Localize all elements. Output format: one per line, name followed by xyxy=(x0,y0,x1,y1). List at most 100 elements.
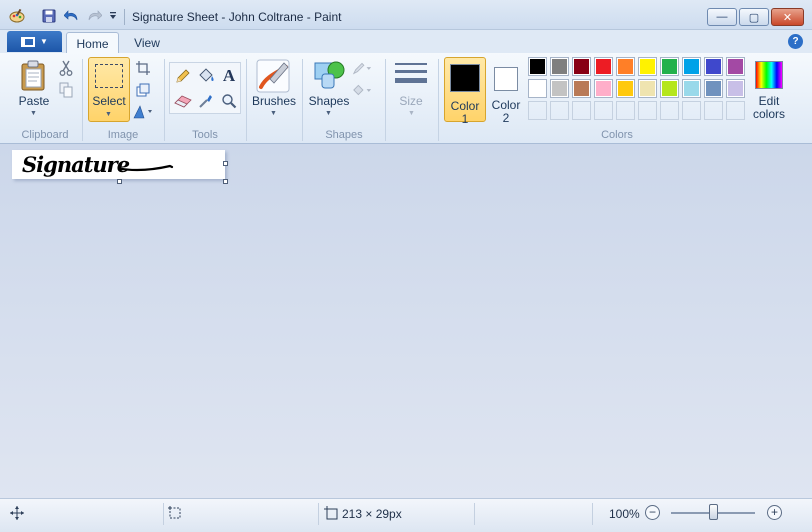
paint-menu-button[interactable]: ▼ xyxy=(7,31,62,52)
palette-swatch[interactable] xyxy=(704,57,723,76)
status-separator xyxy=(474,503,475,525)
palette-custom-slot[interactable] xyxy=(726,101,745,120)
paste-button[interactable]: Paste xyxy=(14,95,54,108)
zoom-level-text: 100% xyxy=(609,507,640,521)
paint-app-icon[interactable] xyxy=(8,8,26,24)
shapes-icon[interactable] xyxy=(312,58,346,92)
palette-swatch[interactable] xyxy=(682,79,701,98)
palette-swatch[interactable] xyxy=(550,79,569,98)
select-button[interactable]: Select ▼ xyxy=(88,57,130,122)
cut-icon[interactable] xyxy=(56,58,76,78)
select-label: Select xyxy=(92,94,126,108)
palette-swatch[interactable] xyxy=(660,79,679,98)
palette-swatch[interactable] xyxy=(660,57,679,76)
palette-swatch-color xyxy=(706,59,721,74)
palette-custom-slot[interactable] xyxy=(550,101,569,120)
palette-swatch[interactable] xyxy=(704,79,723,98)
tab-view[interactable]: View xyxy=(123,32,171,53)
maximize-button[interactable]: ▢ xyxy=(739,8,769,26)
copy-icon[interactable] xyxy=(56,80,76,100)
rotate-icon[interactable] xyxy=(133,102,153,122)
palette-swatch-color xyxy=(706,81,721,96)
palette-swatch[interactable] xyxy=(638,79,657,98)
tab-home[interactable]: Home xyxy=(66,32,119,53)
palette-swatch[interactable] xyxy=(572,57,591,76)
zoom-slider-thumb[interactable] xyxy=(709,504,718,520)
palette-swatch-color xyxy=(728,59,743,74)
resize-handle-corner[interactable] xyxy=(223,179,228,184)
size-dropdown-icon[interactable]: ▼ xyxy=(408,110,415,117)
shapes-dropdown-icon[interactable]: ▼ xyxy=(325,110,332,117)
zoom-in-button[interactable]: + xyxy=(767,505,782,520)
palette-swatch-color xyxy=(684,59,699,74)
brushes-button[interactable]: Brushes xyxy=(250,95,298,108)
palette-swatch-color xyxy=(662,59,677,74)
maximize-icon: ▢ xyxy=(748,11,760,24)
zoom-out-button[interactable]: − xyxy=(645,505,660,520)
brushes-icon[interactable] xyxy=(256,59,290,93)
resize-icon[interactable] xyxy=(133,80,153,100)
help-icon[interactable]: ? xyxy=(788,34,803,49)
edit-colors-icon[interactable] xyxy=(755,61,783,89)
palette-swatch[interactable] xyxy=(682,57,701,76)
palette-custom-slot[interactable] xyxy=(572,101,591,120)
group-separator xyxy=(438,59,439,141)
palette-custom-slot[interactable] xyxy=(660,101,679,120)
undo-icon[interactable] xyxy=(63,8,81,24)
magnifier-icon[interactable] xyxy=(218,90,240,112)
group-separator xyxy=(82,59,83,141)
status-separator xyxy=(163,503,164,525)
palette-swatch[interactable] xyxy=(616,79,635,98)
palette-swatch[interactable] xyxy=(726,57,745,76)
crop-icon[interactable] xyxy=(133,58,153,78)
size-button[interactable]: Size xyxy=(391,95,431,108)
minimize-icon: — xyxy=(716,11,728,23)
selection-size-icon xyxy=(168,506,182,523)
palette-swatch-color xyxy=(552,81,567,96)
palette-swatch[interactable] xyxy=(528,79,547,98)
resize-handle-right[interactable] xyxy=(223,161,228,166)
text-tool-icon[interactable]: A xyxy=(218,65,240,87)
palette-swatch-color xyxy=(596,59,611,74)
fill-bucket-icon[interactable] xyxy=(195,65,217,87)
paste-dropdown-icon[interactable]: ▼ xyxy=(30,110,37,117)
canvas-workspace[interactable]: Signature xyxy=(0,144,812,498)
size-icon[interactable] xyxy=(395,60,427,90)
color1-button[interactable]: Color 1 xyxy=(444,57,486,126)
eraser-icon[interactable] xyxy=(172,90,194,112)
drawing-canvas[interactable]: Signature xyxy=(12,150,225,179)
palette-custom-slot[interactable] xyxy=(682,101,701,120)
palette-swatch[interactable] xyxy=(594,57,613,76)
customize-dropdown-icon[interactable] xyxy=(104,8,122,24)
edit-colors-button[interactable]: Edit colors xyxy=(750,95,788,121)
fill-icon[interactable] xyxy=(352,80,372,100)
palette-swatch[interactable] xyxy=(726,79,745,98)
palette-swatch[interactable] xyxy=(550,57,569,76)
close-button[interactable]: ✕ xyxy=(771,8,804,26)
palette-swatch[interactable] xyxy=(638,57,657,76)
palette-custom-slot[interactable] xyxy=(616,101,635,120)
paste-icon[interactable] xyxy=(20,60,48,92)
brushes-dropdown-icon[interactable]: ▼ xyxy=(270,110,277,117)
resize-handle-bottom[interactable] xyxy=(117,179,122,184)
palette-swatch[interactable] xyxy=(572,79,591,98)
color2-button[interactable]: Color 2 xyxy=(486,57,528,125)
palette-swatch[interactable] xyxy=(616,57,635,76)
outline-icon[interactable] xyxy=(352,58,372,78)
shapes-button[interactable]: Shapes xyxy=(306,95,352,108)
minimize-button[interactable]: — xyxy=(707,8,737,26)
palette-custom-slot[interactable] xyxy=(638,101,657,120)
save-icon[interactable] xyxy=(40,8,58,24)
pencil-icon[interactable] xyxy=(172,65,194,87)
palette-swatch[interactable] xyxy=(528,57,547,76)
palette-custom-slot[interactable] xyxy=(704,101,723,120)
image-size-text: 213 × 29px xyxy=(342,507,402,521)
palette-custom-slot[interactable] xyxy=(594,101,613,120)
close-icon: ✕ xyxy=(782,11,793,24)
palette-swatch[interactable] xyxy=(594,79,613,98)
color-picker-icon[interactable] xyxy=(195,90,217,112)
redo-icon[interactable] xyxy=(85,8,103,24)
palette-custom-slot[interactable] xyxy=(528,101,547,120)
signature-text: Signature xyxy=(22,152,130,177)
status-separator xyxy=(318,503,319,525)
